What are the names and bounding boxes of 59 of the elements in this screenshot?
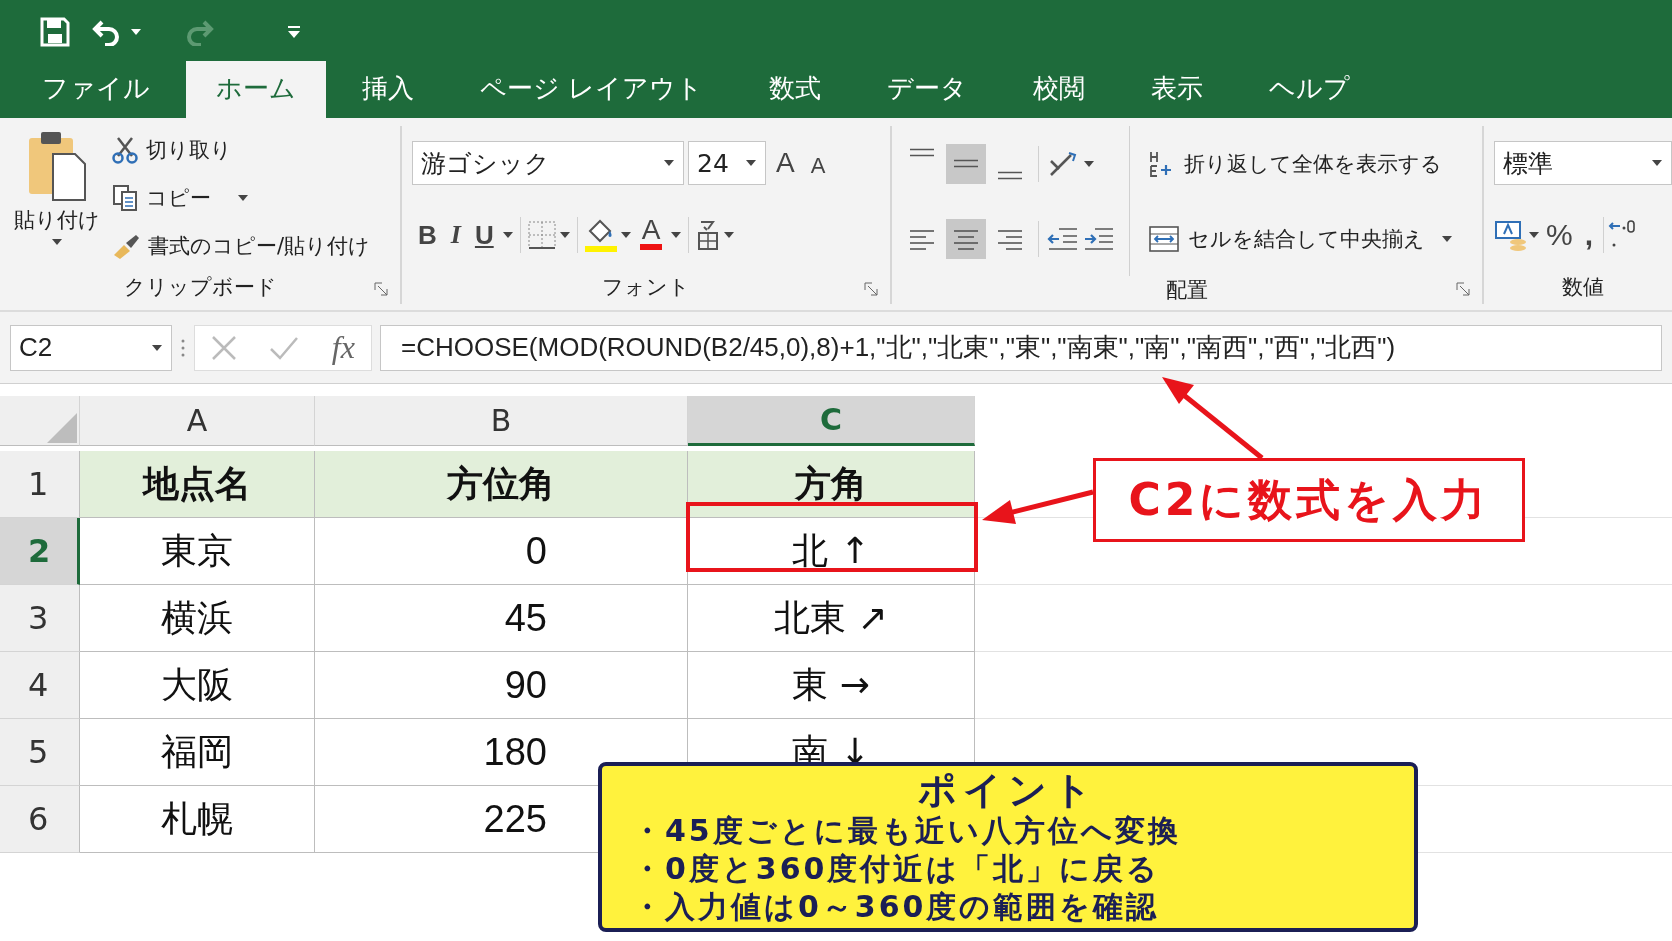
number-format-field[interactable]: 標準 [1494, 141, 1672, 185]
comma-button[interactable]: , [1578, 215, 1600, 255]
note-line: ・入力値は0～360度の範囲を確認 [632, 888, 1161, 926]
ribbon-tab[interactable]: ヘルプ [1239, 61, 1381, 118]
row-header[interactable]: 3 [0, 585, 80, 652]
table-cell: 北東 ↗ [688, 585, 975, 652]
ribbon-tab[interactable]: 表示 [1121, 61, 1234, 118]
group-label: 数値 [1562, 274, 1604, 301]
font-size-field[interactable]: 24 [688, 141, 766, 185]
group-label: フォント [602, 274, 690, 301]
note-line: ・0度と360度付近は「北」に戻る [632, 850, 1162, 888]
insert-function-button[interactable]: fx [331, 329, 355, 366]
column-header[interactable]: A [80, 396, 315, 446]
copy-button[interactable]: コピー [108, 182, 375, 214]
table-cell: 東 → [688, 652, 975, 719]
table-cell: 横浜 [80, 585, 315, 652]
shrink-font-button[interactable]: A [804, 143, 832, 183]
ribbon-tab[interactable]: データ [857, 61, 998, 118]
grow-font-button[interactable]: A [770, 143, 801, 183]
row-header[interactable]: 1 [0, 451, 80, 518]
table-cell: 東京 [80, 518, 315, 585]
table-cell: 45 [315, 585, 688, 652]
font-name-field[interactable]: 游ゴシック [412, 141, 684, 185]
table-cell: 大阪 [80, 652, 315, 719]
group-label: クリップボード [123, 274, 277, 301]
percent-button[interactable]: % [1540, 215, 1579, 255]
column-title-cell: 方角 [688, 451, 975, 518]
merge-center-button[interactable]: セルを結合して中央揃え [1144, 223, 1457, 255]
group-label: 配置 [1166, 277, 1208, 304]
table-cell: 札幌 [80, 786, 315, 853]
wrap-text-button[interactable]: 折り返して全体を表示する [1144, 147, 1457, 181]
ribbon-tab[interactable]: 校閲 [1003, 61, 1116, 118]
ribbon-tab[interactable]: 数式 [739, 61, 852, 118]
table-cell: 90 [315, 652, 688, 719]
format-painter-button[interactable]: 書式のコピー/貼り付け [108, 230, 375, 262]
ribbon-tab[interactable]: 挿入 [332, 61, 444, 118]
bold-button[interactable]: B [412, 215, 443, 255]
row-header[interactable]: 4 [0, 652, 80, 719]
italic-button[interactable]: I [444, 215, 467, 255]
ribbon-tab[interactable]: ホーム [186, 61, 326, 118]
table-cell: 北 ↑ [688, 518, 975, 585]
column-title-cell: 方位角 [315, 451, 688, 518]
column-header[interactable]: C [688, 396, 975, 446]
row-header[interactable]: 2 [0, 518, 80, 585]
ribbon-tab[interactable]: ページ レイアウト [450, 61, 734, 118]
underline-button[interactable]: U [468, 215, 500, 255]
table-cell: 福岡 [80, 719, 315, 786]
cut-button[interactable]: 切り取り [108, 134, 375, 166]
name-box[interactable]: C2 [10, 324, 172, 371]
callout-label: C2に数式を入力 [1093, 458, 1525, 542]
formula-field[interactable]: =CHOOSE(MOD(ROUND(B2/45,0),8)+1,"北","北東","東","南東","南","南西","西","北西") [380, 324, 1662, 371]
row-header[interactable]: 6 [0, 786, 80, 853]
column-title-cell: 地点名 [80, 451, 315, 518]
ribbon-tab[interactable]: ファイル [12, 61, 180, 118]
paste-button[interactable]: 貼り付け [10, 126, 104, 270]
column-header[interactable]: B [315, 396, 688, 446]
row-header[interactable]: 5 [0, 719, 80, 786]
font-color-button[interactable]: A [633, 215, 669, 255]
table-cell: 0 [315, 518, 688, 585]
